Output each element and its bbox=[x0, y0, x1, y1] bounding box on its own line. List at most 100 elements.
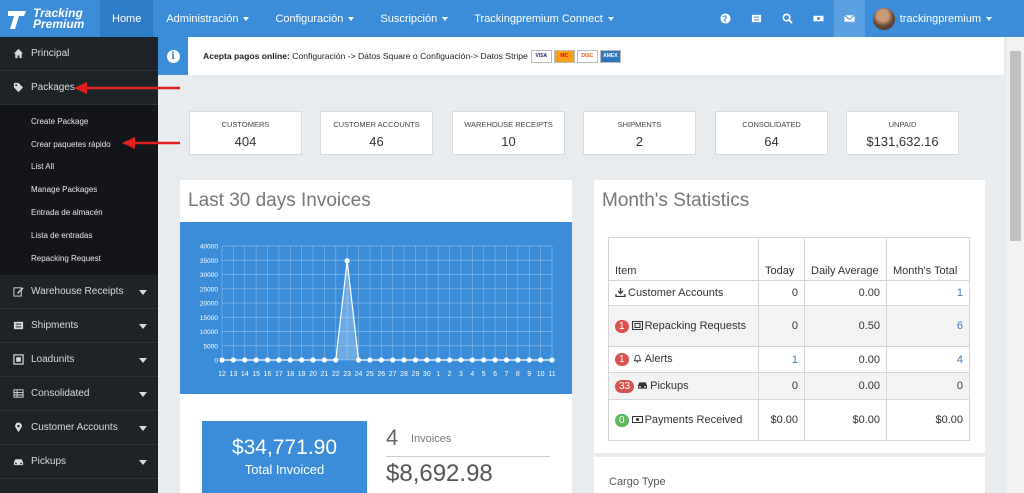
sidebar-item-customer-accounts[interactable]: Customer Accounts bbox=[0, 411, 158, 445]
today-cell: 0 bbox=[758, 280, 805, 306]
cargo-type-title: Cargo Type bbox=[609, 476, 666, 488]
sidebar-item-principal[interactable]: Principal bbox=[0, 37, 158, 71]
money-icon bbox=[631, 415, 643, 424]
x-tick-label: 15 bbox=[252, 371, 260, 378]
stat-value: 10 bbox=[501, 134, 516, 149]
data-point bbox=[219, 357, 225, 363]
envelope-icon[interactable] bbox=[833, 0, 865, 37]
nav-home[interactable]: Home bbox=[100, 0, 154, 37]
arrow-left-icon bbox=[74, 82, 180, 94]
sidebar-item-pickups[interactable]: Pickups bbox=[0, 445, 158, 479]
item-cell[interactable]: 1 Repacking Requests bbox=[608, 305, 759, 347]
submenu-list-all[interactable]: List All bbox=[0, 156, 158, 179]
y-tick-label: 10000 bbox=[200, 329, 218, 336]
today-cell: 0 bbox=[758, 305, 805, 347]
sidebar-item-warehouse-receipts[interactable]: Warehouse Receipts bbox=[0, 275, 158, 309]
stat-customer-accounts[interactable]: CUSTOMER ACCOUNTS 46 bbox=[320, 111, 433, 155]
x-tick-label: 6 bbox=[493, 371, 497, 378]
data-point bbox=[538, 357, 544, 363]
count-badge: 1 bbox=[615, 353, 629, 366]
sidebar-item-label: Warehouse Receipts bbox=[31, 285, 124, 297]
amex-card-icon: AMEX bbox=[599, 49, 621, 63]
car-icon bbox=[637, 381, 648, 390]
notice-body: Configuración -> Datos Square o Configua… bbox=[289, 51, 528, 61]
user-name: trackingpremium bbox=[899, 12, 981, 25]
item-cell[interactable]: 1 Alerts bbox=[608, 346, 759, 373]
x-tick-label: 24 bbox=[355, 371, 363, 378]
item-cell[interactable]: 33 Pickups bbox=[608, 372, 759, 400]
today-link[interactable]: 1 bbox=[758, 346, 805, 373]
count-badge: 1 bbox=[615, 319, 629, 333]
brand-logo[interactable]: Tracking Premium bbox=[0, 0, 100, 37]
data-point bbox=[299, 357, 305, 363]
sidebar-item-loadunits[interactable]: Loadunits bbox=[0, 343, 158, 377]
money-icon[interactable] bbox=[803, 0, 834, 37]
submenu-manage-packages[interactable]: Manage Packages bbox=[0, 178, 158, 201]
data-point bbox=[310, 357, 316, 363]
y-tick-label: 0 bbox=[214, 358, 218, 365]
data-point bbox=[321, 357, 328, 363]
submenu-entrada-almacen[interactable]: Entrada de almacén bbox=[0, 201, 158, 224]
data-point bbox=[390, 357, 396, 363]
top-navbar: Tracking Premium Home Administración Con… bbox=[0, 0, 1024, 37]
total-link[interactable]: 4 bbox=[886, 346, 970, 373]
total-link[interactable]: 6 bbox=[886, 305, 970, 347]
home-icon bbox=[13, 48, 24, 59]
nav-suscripcion[interactable]: Suscripción bbox=[367, 0, 461, 37]
user-menu[interactable]: trackingpremium bbox=[865, 0, 1024, 37]
nav-connect-label: Trackingpremium Connect bbox=[474, 12, 603, 25]
stat-customers[interactable]: CUSTOMERS 404 bbox=[189, 111, 302, 155]
notice-text: Acepta pagos online: Configuración -> Da… bbox=[203, 51, 528, 61]
total-invoiced-box: $34,771.90 Total Invoiced bbox=[202, 421, 367, 493]
stat-shipments[interactable]: SHIPMENTS 2 bbox=[583, 111, 696, 155]
avg-cell: 0.50 bbox=[804, 305, 887, 347]
sidebar-item-consolidated[interactable]: Consolidated bbox=[0, 377, 158, 411]
x-tick-label: 10 bbox=[537, 371, 545, 378]
table-row: 1 Repacking Requests 0 0.50 6 bbox=[608, 305, 970, 347]
sidebar-item-shipments[interactable]: Shipments bbox=[0, 309, 158, 343]
data-point bbox=[549, 357, 555, 363]
data-point bbox=[503, 357, 510, 363]
item-label: Pickups bbox=[650, 379, 689, 392]
x-tick-label: 3 bbox=[459, 371, 463, 378]
caret-down-icon bbox=[139, 323, 147, 329]
data-point bbox=[230, 357, 236, 363]
scrollbar-thumb[interactable] bbox=[1010, 51, 1021, 241]
stat-label: CUSTOMERS bbox=[221, 120, 270, 129]
item-cell[interactable]: Customer Accounts bbox=[608, 280, 759, 306]
data-point bbox=[424, 357, 430, 363]
info-icon: i bbox=[158, 37, 188, 75]
search-icon[interactable] bbox=[772, 0, 803, 37]
data-point bbox=[287, 357, 293, 363]
stat-consolidated[interactable]: CONSOLIDATED 64 bbox=[715, 111, 828, 155]
data-point bbox=[458, 357, 464, 363]
nav-configuracion[interactable]: Configuración bbox=[262, 0, 367, 37]
submenu-repacking-request[interactable]: Repacking Request bbox=[0, 247, 158, 270]
sidebar-item-label: Packages bbox=[31, 82, 75, 93]
box-icon bbox=[13, 353, 24, 365]
item-cell[interactable]: 0 Payments Received bbox=[608, 399, 759, 441]
page-scrollbar[interactable] bbox=[1007, 37, 1024, 493]
nav-connect[interactable]: Trackingpremium Connect bbox=[461, 0, 627, 37]
nav-administracion[interactable]: Administración bbox=[153, 0, 262, 37]
table-row: 33 Pickups 0 0.00 0 bbox=[608, 372, 970, 400]
submenu-lista-entradas[interactable]: Lista de entradas bbox=[0, 224, 158, 247]
total-link[interactable]: 1 bbox=[886, 280, 970, 306]
y-tick-label: 30000 bbox=[200, 272, 218, 279]
brand-line2: Premium bbox=[33, 16, 85, 31]
caret-down-icon bbox=[986, 16, 992, 21]
divider bbox=[386, 456, 550, 457]
x-tick-label: 17 bbox=[275, 371, 283, 378]
stat-warehouse-receipts[interactable]: WAREHOUSE RECEIPTS 10 bbox=[452, 111, 565, 155]
stat-unpaid[interactable]: UNPAID $131,632.16 bbox=[846, 111, 959, 155]
list-icon[interactable] bbox=[741, 0, 772, 37]
arrow-left-icon bbox=[122, 137, 180, 149]
download-icon bbox=[615, 288, 626, 298]
x-tick-label: 29 bbox=[412, 371, 420, 378]
globe-icon[interactable] bbox=[710, 0, 741, 37]
month-stats-title: Month's Statistics bbox=[602, 190, 750, 211]
map-marker-icon bbox=[13, 422, 24, 433]
stat-value: 64 bbox=[764, 134, 779, 149]
x-tick-label: 18 bbox=[286, 371, 294, 378]
x-tick-label: 12 bbox=[218, 371, 226, 378]
